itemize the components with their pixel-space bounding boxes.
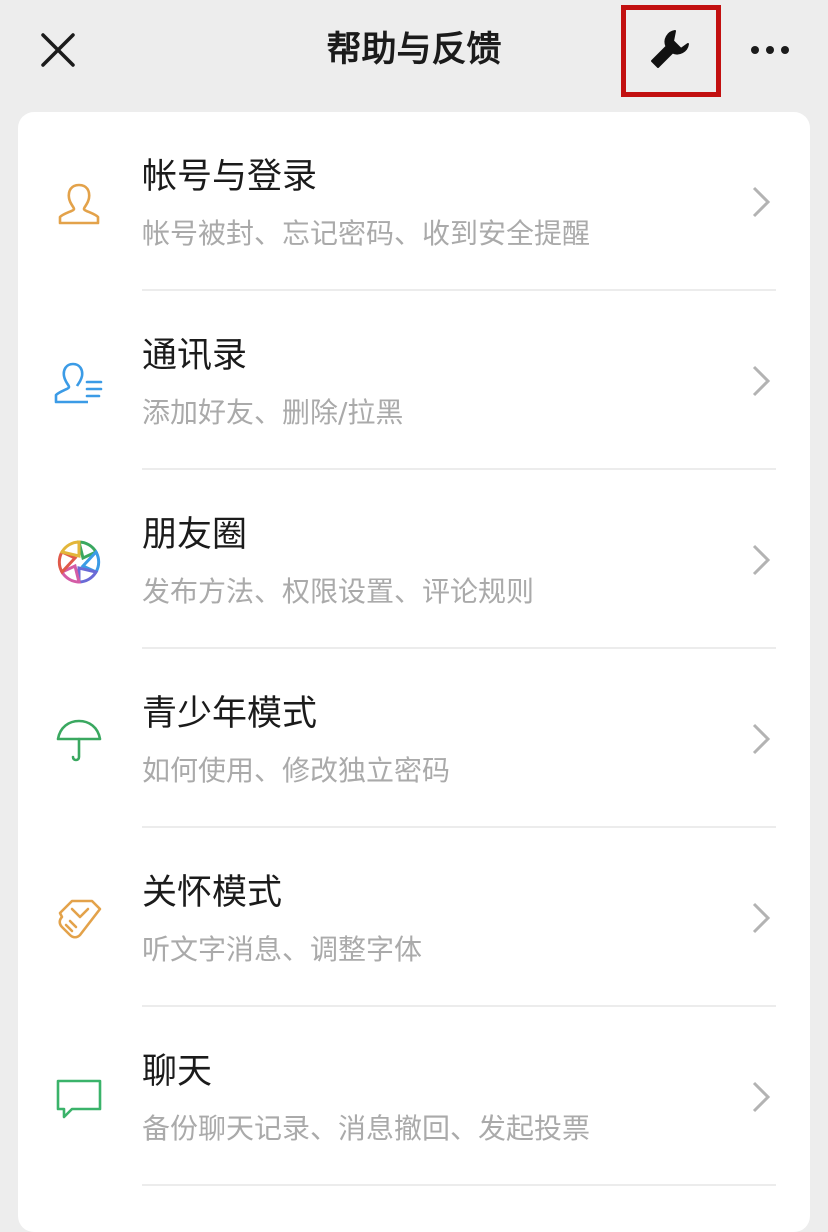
chevron-right-icon xyxy=(752,1081,771,1113)
item-subtitle: 听文字消息、调整字体 xyxy=(142,933,423,966)
item-title: 关怀模式 xyxy=(142,873,283,913)
list-item-moments[interactable]: 朋友圈 发布方法、权限设置、评论规则 xyxy=(18,470,810,649)
item-title: 帐号与登录 xyxy=(142,157,318,197)
item-subtitle: 添加好友、删除/拉黑 xyxy=(142,396,404,429)
help-topics-card: 帐号与登录 帐号被封、忘记密码、收到安全提醒 通讯录 添加好友、删除/拉黑 朋友… xyxy=(18,112,810,1232)
moments-icon xyxy=(52,535,106,589)
chevron-right-icon xyxy=(752,902,771,934)
item-subtitle: 如何使用、修改独立密码 xyxy=(142,754,451,787)
top-bar: 帮助与反馈 xyxy=(0,0,828,100)
contacts-icon xyxy=(52,356,106,410)
wrench-button[interactable] xyxy=(621,5,721,97)
more-button[interactable] xyxy=(740,24,800,76)
list-item-account-login[interactable]: 帐号与登录 帐号被封、忘记密码、收到安全提醒 xyxy=(18,112,810,291)
chevron-right-icon xyxy=(752,186,771,218)
care-hand-icon xyxy=(52,893,106,947)
item-subtitle: 备份聊天记录、消息撤回、发起投票 xyxy=(142,1112,591,1145)
chat-bubble-icon xyxy=(52,1072,106,1126)
divider xyxy=(142,1184,776,1186)
umbrella-icon xyxy=(52,714,106,768)
item-title: 聊天 xyxy=(142,1052,213,1092)
wrench-icon xyxy=(651,30,689,68)
item-subtitle: 发布方法、权限设置、评论规则 xyxy=(142,575,535,608)
chevron-right-icon xyxy=(752,544,771,576)
list-item-care-mode[interactable]: 关怀模式 听文字消息、调整字体 xyxy=(18,828,810,1007)
item-title: 朋友圈 xyxy=(142,515,248,555)
chevron-right-icon xyxy=(752,365,771,397)
item-title: 青少年模式 xyxy=(142,694,318,734)
list-item-contacts[interactable]: 通讯录 添加好友、删除/拉黑 xyxy=(18,291,810,470)
more-icon xyxy=(751,46,789,54)
list-item-teen-mode[interactable]: 青少年模式 如何使用、修改独立密码 xyxy=(18,649,810,828)
list-item-chat[interactable]: 聊天 备份聊天记录、消息撤回、发起投票 xyxy=(18,1007,810,1186)
item-title: 通讯录 xyxy=(142,336,248,376)
person-icon xyxy=(52,177,106,231)
chevron-right-icon xyxy=(752,723,771,755)
item-subtitle: 帐号被封、忘记密码、收到安全提醒 xyxy=(142,217,591,250)
